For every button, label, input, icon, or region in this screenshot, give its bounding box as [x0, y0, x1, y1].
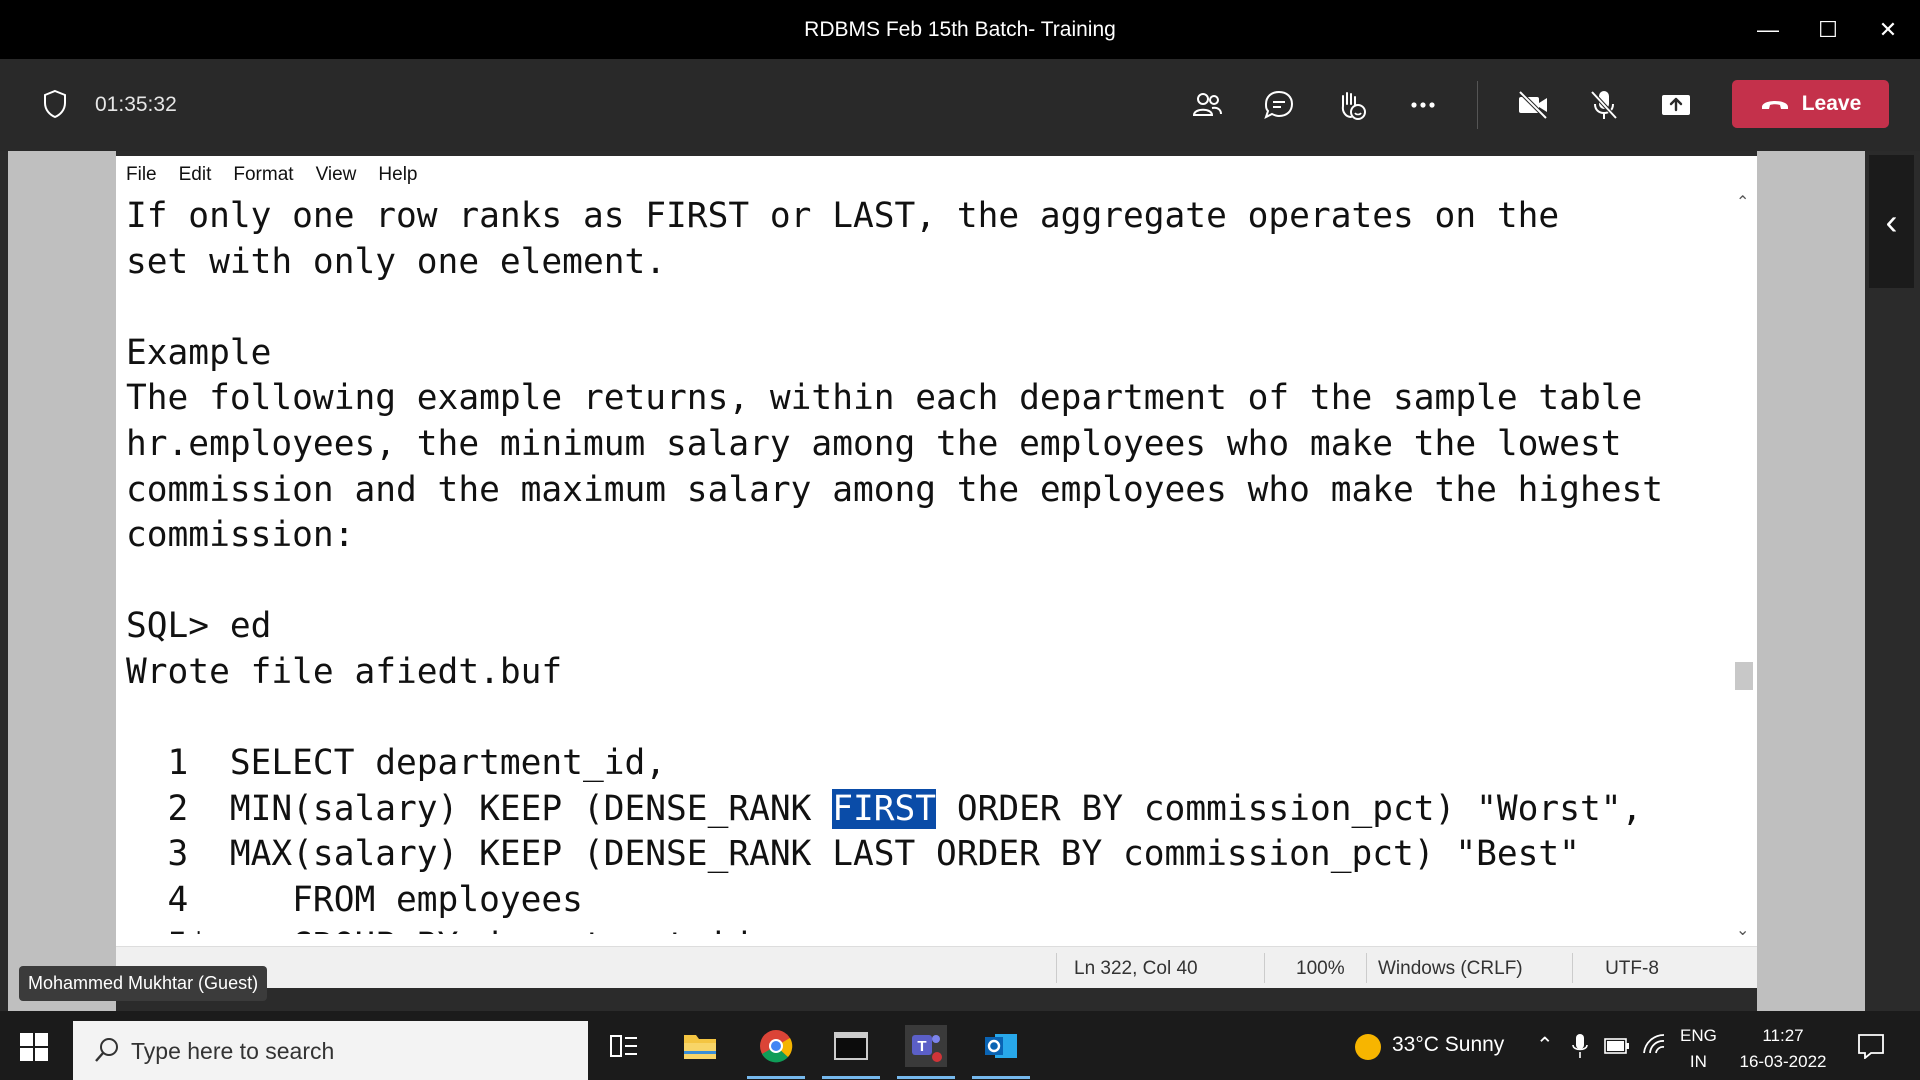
scroll-down-icon[interactable]: ⌄	[1736, 920, 1749, 940]
clock-time: 11:27	[1762, 1026, 1804, 1045]
chevron-up-icon[interactable]: ⌃	[1536, 1033, 1554, 1058]
raise-hand-icon	[1341, 92, 1366, 120]
share-screen-button[interactable]	[1650, 79, 1702, 131]
teams-icon[interactable]: T	[897, 1025, 955, 1079]
mic-off-icon	[1590, 90, 1618, 120]
more-icon	[1411, 102, 1435, 108]
meeting-controls-bar: 01:35:32 Leave	[0, 59, 1920, 151]
camera-off-icon	[1518, 90, 1548, 120]
leave-label: Leave	[1801, 92, 1862, 115]
zoom-level: 100%	[1296, 958, 1345, 979]
input-language[interactable]: ENG IN	[1680, 1023, 1717, 1075]
microphone-icon[interactable]	[1572, 1033, 1588, 1059]
text-line: hr.employees, the minimum salary among t…	[126, 423, 1622, 464]
vertical-scrollbar[interactable]: ⌃ ⌄	[1731, 192, 1757, 940]
notepad-window: File Edit Format View Help If only one r…	[116, 156, 1757, 988]
reactions-button[interactable]	[1325, 79, 1377, 131]
text-line: commission:	[126, 515, 355, 556]
text-line: set with only one element.	[126, 241, 667, 282]
notepad-statusbar: Ln 322, Col 40 100% Windows (CRLF) UTF-8	[116, 946, 1757, 988]
cursor-position: Ln 322, Col 40	[1074, 958, 1198, 979]
people-icon	[1192, 93, 1222, 116]
text-line: SQL> ed	[126, 606, 272, 647]
status-divider	[1264, 953, 1265, 983]
menu-edit[interactable]: Edit	[179, 164, 212, 186]
text-line: Example	[126, 332, 272, 373]
scroll-up-icon[interactable]: ⌃	[1736, 192, 1749, 212]
participant-name-tag: Mohammed Mukhtar (Guest)	[19, 966, 268, 1001]
scrollbar-thumb[interactable]	[1735, 662, 1753, 690]
mic-toggle-button[interactable]	[1578, 79, 1630, 131]
window-title: RDBMS Feb 15th Batch- Training	[804, 18, 1116, 41]
chevron-left-icon[interactable]: ‹	[1869, 155, 1914, 288]
text-line	[126, 285, 1726, 331]
wifi-icon[interactable]	[1642, 1033, 1668, 1057]
phone-hangup-icon	[1761, 101, 1788, 109]
outlook-icon[interactable]	[972, 1025, 1030, 1079]
lang-top: ENG	[1680, 1026, 1717, 1045]
minimize-icon[interactable]: —	[1748, 10, 1788, 50]
line-prefix: 2 MIN(salary) KEEP (DENSE_RANK	[126, 788, 833, 829]
text-line	[126, 559, 1726, 605]
maximize-icon[interactable]: ☐	[1808, 10, 1848, 50]
shared-screen-left-margin	[8, 151, 116, 1011]
weather-sun-icon	[1355, 1034, 1381, 1060]
status-divider	[1366, 953, 1367, 983]
search-icon	[95, 1038, 118, 1062]
menu-help[interactable]: Help	[378, 164, 417, 186]
file-explorer-icon[interactable]	[679, 1025, 721, 1067]
notepad-menubar: File Edit Format View Help	[126, 164, 417, 186]
meeting-timer: 01:35:32	[95, 93, 177, 116]
text-line: 3 MAX(salary) KEEP (DENSE_RANK LAST ORDE…	[126, 834, 1580, 875]
shared-screen-right-margin	[1757, 151, 1865, 1011]
controls-divider	[1477, 81, 1478, 129]
clock-date: 16-03-2022	[1739, 1052, 1827, 1071]
taskbar: Type here to search T 33°C Sunny ⌃ ENG I…	[0, 1011, 1920, 1080]
notification-icon[interactable]	[1857, 1033, 1885, 1059]
shield-icon	[44, 89, 66, 119]
text-line: The following example returns, within ea…	[126, 378, 1643, 419]
taskbar-search-box[interactable]: Type here to search	[73, 1021, 588, 1080]
leave-button[interactable]: Leave	[1732, 80, 1889, 128]
lang-bottom: IN	[1689, 1052, 1707, 1071]
text-line: If only one row ranks as FIRST or LAST, …	[126, 196, 1560, 236]
text-line: 5* GROUP BY department_id	[126, 924, 1726, 935]
chat-button[interactable]	[1253, 79, 1305, 131]
status-divider	[1056, 953, 1057, 983]
camera-toggle-button[interactable]	[1507, 79, 1559, 131]
more-actions-button[interactable]	[1397, 79, 1449, 131]
text-line-highlighted: 2 MIN(salary) KEEP (DENSE_RANK FIRST ORD…	[126, 787, 1726, 833]
text-line	[126, 696, 1726, 742]
system-clock[interactable]: 11:27 16-03-2022	[1738, 1023, 1828, 1075]
menu-file[interactable]: File	[126, 164, 157, 186]
chrome-icon[interactable]	[747, 1025, 805, 1079]
window-titlebar: RDBMS Feb 15th Batch- Training — ☐ ✕	[0, 0, 1920, 59]
line-ending: Windows (CRLF)	[1378, 958, 1523, 979]
text-line: commission and the maximum salary among …	[126, 469, 1664, 510]
text-line: 4 FROM employees	[126, 879, 583, 920]
notepad-text-area[interactable]: If only one row ranks as FIRST or LAST, …	[126, 194, 1726, 934]
text-line: Wrote file afiedt.buf	[126, 651, 563, 692]
menu-view[interactable]: View	[316, 164, 357, 186]
line-suffix: ORDER BY commission_pct) "Worst",	[936, 788, 1643, 829]
share-icon	[1662, 95, 1690, 115]
search-placeholder: Type here to search	[131, 1038, 335, 1064]
participants-button[interactable]	[1181, 79, 1233, 131]
close-icon[interactable]: ✕	[1868, 10, 1908, 50]
selected-text: FIRST	[832, 788, 937, 829]
text-line: 1 SELECT department_id,	[126, 743, 667, 784]
terminal-icon[interactable]	[822, 1025, 880, 1079]
chat-icon	[1264, 90, 1294, 119]
task-view-icon[interactable]	[603, 1025, 645, 1067]
encoding: UTF-8	[1605, 958, 1659, 979]
battery-icon[interactable]	[1604, 1037, 1630, 1055]
svg-text:T: T	[917, 1038, 926, 1055]
weather-text[interactable]: 33°C Sunny	[1392, 1033, 1504, 1057]
menu-format[interactable]: Format	[233, 164, 293, 186]
windows-start-icon[interactable]	[20, 1033, 48, 1061]
